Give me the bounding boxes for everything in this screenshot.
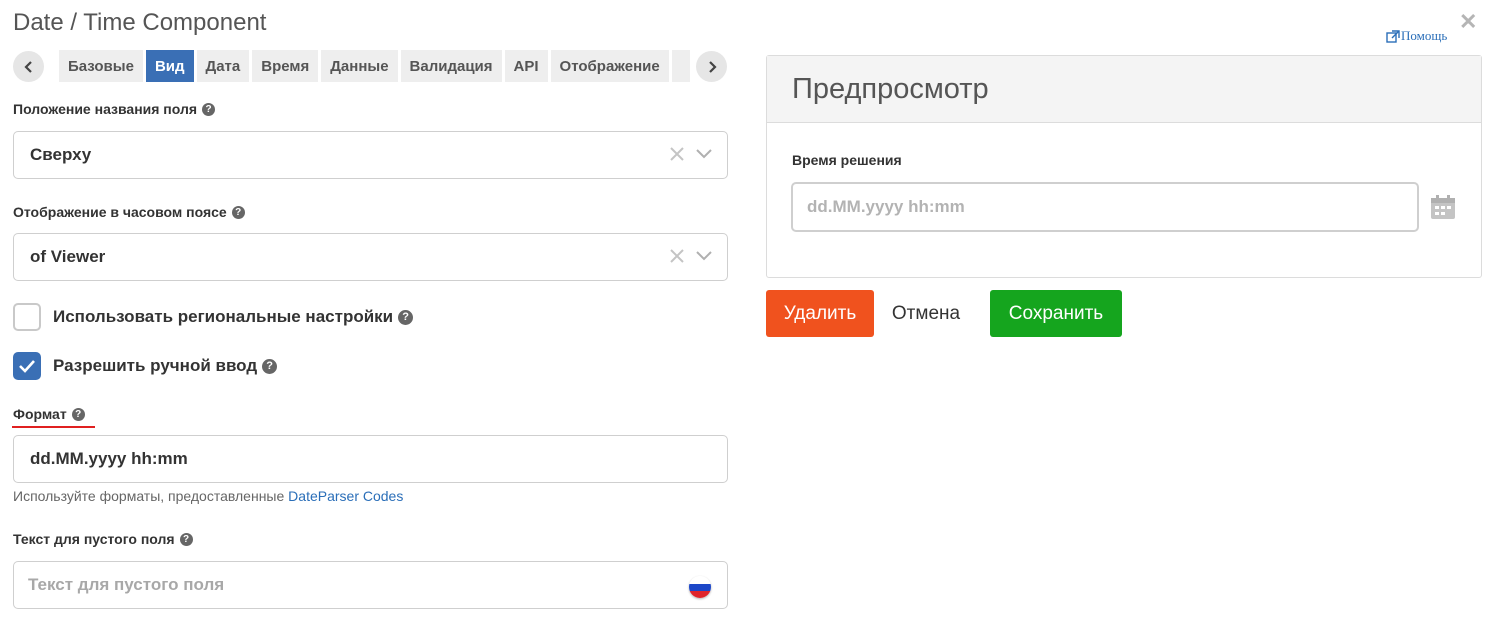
label-position-select[interactable]: Сверху [13,131,728,179]
allow-manual-input-label: Разрешить ручной ввод [53,356,258,375]
clear-icon[interactable] [669,146,685,162]
preview-field-label: Время решения [792,152,902,168]
tab-more[interactable] [671,50,690,82]
delete-button[interactable]: Удалить [766,290,874,337]
label-position-value: Сверху [30,145,92,164]
use-locale-row: Использовать региональные настройки ? [13,303,414,331]
placeholder-input[interactable]: Текст для пустого поля [13,561,728,609]
preview-title: Предпросмотр [767,56,1481,123]
placeholder-input-placeholder: Текст для пустого поля [28,575,225,594]
tab-display[interactable]: Отображение [550,50,669,82]
format-highlight-underline [12,426,95,428]
help-link-label: Помощь [1401,28,1448,43]
tab-view[interactable]: Вид [145,50,194,82]
allow-manual-input-row: Разрешить ручной ввод ? [13,352,278,380]
calendar-icon[interactable] [1430,194,1456,220]
allow-manual-input-checkbox[interactable] [13,352,41,380]
tabs-scroll-left-button[interactable] [13,51,44,82]
timezone-display-text: Отображение в часовом поясе [13,204,227,220]
tab-data[interactable]: Данные [321,50,398,82]
checkmark-icon [19,360,35,373]
placeholder-label-text: Текст для пустого поля [13,531,175,547]
help-tooltip-icon[interactable]: ? [262,358,278,374]
help-link[interactable]: Помощь [1386,28,1447,44]
save-button[interactable]: Сохранить [990,290,1122,337]
preview-datetime-input[interactable]: dd.MM.yyyy hh:mm [791,182,1419,232]
chevron-right-icon [708,60,717,73]
tabs-bar: Базовые Вид Дата Время Данные Валидация … [13,49,729,83]
use-locale-checkbox[interactable] [13,303,41,331]
tabs-scroll-right-button[interactable] [696,51,727,82]
timezone-display-value: of Viewer [30,247,106,266]
tab-validation[interactable]: Валидация [400,50,502,82]
preview-input-placeholder: dd.MM.yyyy hh:mm [807,197,965,216]
tab-strip: Базовые Вид Дата Время Данные Валидация … [59,50,693,82]
help-tooltip-icon[interactable]: ? [179,532,193,546]
tab-basic[interactable]: Базовые [59,50,143,82]
format-label-text: Формат [13,406,67,422]
chevron-left-icon [23,60,32,73]
external-link-icon [1386,29,1400,43]
preview-panel: Предпросмотр Время решения dd.MM.yyyy hh… [766,55,1482,278]
clear-icon[interactable] [669,248,685,264]
timezone-display-label: Отображение в часовом поясе ? [13,204,245,220]
help-tooltip-icon[interactable]: ? [398,309,414,325]
tab-api[interactable]: API [504,50,548,82]
use-locale-label: Использовать региональные настройки [53,307,394,326]
placeholder-label: Текст для пустого поля ? [13,531,193,547]
format-input-value: dd.MM.yyyy hh:mm [30,449,188,468]
dialog-title: Date / Time Component [13,9,267,36]
cancel-button[interactable]: Отмена [878,290,974,337]
close-icon[interactable]: ✕ [1459,10,1477,34]
help-tooltip-icon[interactable]: ? [202,102,216,116]
chevron-down-icon[interactable] [696,149,712,159]
chevron-down-icon[interactable] [696,251,712,261]
format-label: Формат ? [13,406,85,422]
dateparser-codes-link[interactable]: DateParser Codes [288,488,403,504]
tab-time[interactable]: Время [252,50,319,82]
tab-date[interactable]: Дата [196,50,250,82]
format-hint: Используйте форматы, предоставленные Dat… [13,488,403,504]
format-hint-text: Используйте форматы, предоставленные [13,488,289,504]
label-position-label: Положение названия поля ? [13,101,216,117]
help-tooltip-icon[interactable]: ? [231,205,245,219]
timezone-display-select[interactable]: of Viewer [13,233,728,281]
format-input[interactable]: dd.MM.yyyy hh:mm [13,435,728,483]
label-position-text: Положение названия поля [13,101,198,117]
help-tooltip-icon[interactable]: ? [71,407,85,421]
russian-flag-icon[interactable] [689,576,711,598]
